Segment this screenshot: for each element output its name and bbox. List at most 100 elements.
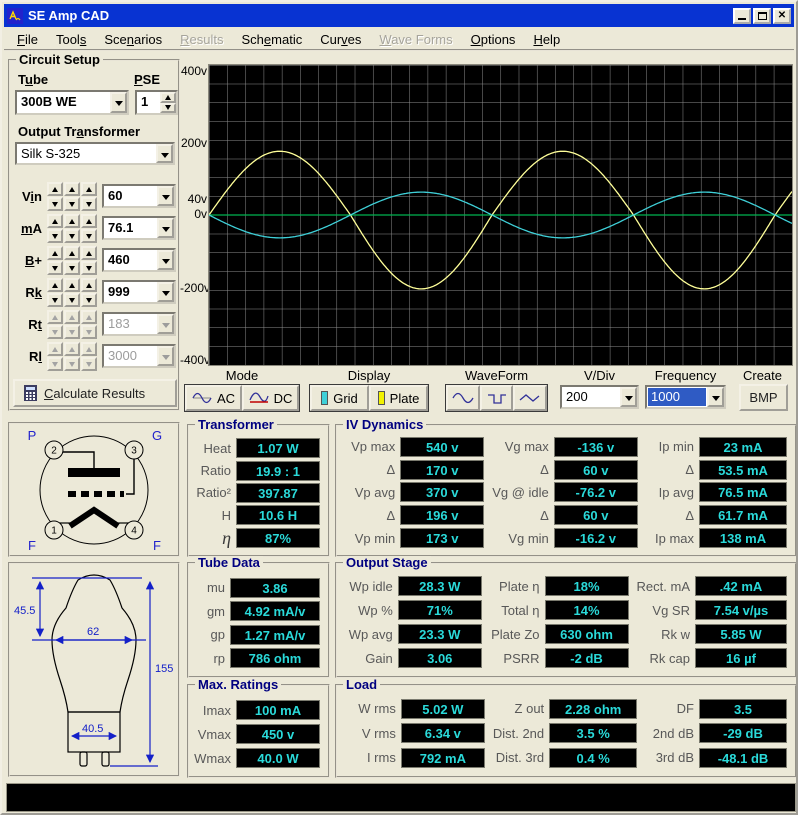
dropdown-button[interactable] bbox=[157, 282, 174, 302]
ip-avg-value: 76.5 mA bbox=[699, 482, 787, 502]
dropdown-button[interactable] bbox=[157, 186, 174, 206]
v-rms-value: 6.34 v bbox=[401, 723, 485, 743]
pse-up-button[interactable] bbox=[160, 92, 176, 103]
menu-results: Results bbox=[171, 29, 232, 50]
rk-row: Rk 999 bbox=[12, 278, 180, 307]
menu-scenarios[interactable]: Scenarios bbox=[95, 29, 171, 50]
vdiv-label: V/Div bbox=[560, 368, 639, 383]
frequency-dropdown-button[interactable] bbox=[707, 387, 724, 407]
dc-mode-button[interactable]: DC bbox=[242, 385, 299, 411]
bplus-spinners[interactable] bbox=[47, 246, 97, 275]
ma-select[interactable]: 76.1 bbox=[102, 216, 176, 240]
dist-3rd-value: 0.4 % bbox=[549, 748, 637, 768]
vp-avg-value: 370 v bbox=[400, 482, 484, 502]
result-row: Wmax40.0 W bbox=[195, 748, 320, 768]
db-2nd-value: -29 dB bbox=[699, 723, 787, 743]
circuit-setup-title: Circuit Setup bbox=[16, 53, 103, 66]
rk-spinners[interactable] bbox=[47, 278, 97, 307]
result-label: Plate η bbox=[490, 579, 540, 594]
plate-display-button[interactable]: Plate bbox=[369, 385, 428, 411]
result-label: V rms bbox=[343, 726, 396, 741]
triangle-wave-button[interactable] bbox=[513, 385, 547, 411]
tube-select[interactable]: 300B WE bbox=[15, 90, 129, 115]
result-label: Vp avg bbox=[343, 485, 395, 500]
chevron-down-icon bbox=[115, 101, 123, 110]
vdiv-select[interactable]: 200 bbox=[560, 385, 639, 409]
tube-pinout-diagram: 2 3 1 4 P G F F bbox=[10, 424, 178, 555]
result-row: Vp avg 370 v bbox=[343, 482, 484, 502]
bplus-select[interactable]: 460 bbox=[102, 248, 176, 272]
bplus-label: B+ bbox=[12, 253, 42, 268]
vdiv-dropdown-button[interactable] bbox=[620, 387, 637, 407]
rk-select[interactable]: 999 bbox=[102, 280, 176, 304]
tube-label: Tube bbox=[18, 72, 48, 87]
result-row: Vmax450 v bbox=[195, 724, 320, 744]
output-transformer-select[interactable]: Silk S-325 bbox=[15, 142, 175, 165]
efficiency-value: 87% bbox=[236, 528, 320, 548]
result-label: Total η bbox=[490, 603, 540, 618]
calculate-results-button[interactable]: Calculate Results bbox=[13, 379, 177, 407]
vg-max-value: -136 v bbox=[554, 437, 638, 457]
app-icon bbox=[7, 8, 23, 24]
menu-file[interactable]: File bbox=[8, 29, 47, 50]
result-label: Wmax bbox=[194, 751, 231, 766]
gm-value: 4.92 mA/v bbox=[230, 601, 320, 621]
close-button[interactable]: ✕ bbox=[773, 8, 791, 24]
minimize-icon bbox=[738, 18, 746, 20]
i-rms-value: 792 mA bbox=[401, 748, 485, 768]
ma-spinners[interactable] bbox=[47, 214, 97, 243]
z-out-value: 2.28 ohm bbox=[549, 699, 637, 719]
vg-sr-value: 7.54 v/µs bbox=[695, 600, 787, 620]
square-wave-button[interactable] bbox=[480, 385, 514, 411]
frequency-value: 1000 bbox=[648, 388, 706, 406]
vin-select[interactable]: 60 bbox=[102, 184, 176, 208]
pin-number: 3 bbox=[131, 446, 137, 457]
menu-schematic[interactable]: Schematic bbox=[233, 29, 312, 50]
grid-color-swatch bbox=[321, 391, 328, 405]
result-label: Dist. 2nd bbox=[493, 726, 544, 741]
menu-tools[interactable]: Tools bbox=[47, 29, 95, 50]
pse-down-button[interactable] bbox=[160, 103, 176, 114]
vin-spinners[interactable] bbox=[47, 182, 97, 211]
imax-value: 100 mA bbox=[236, 700, 320, 720]
result-label: Heat bbox=[195, 441, 231, 456]
wp-idle-value: 28.3 W bbox=[398, 576, 482, 596]
dropdown-button[interactable] bbox=[157, 218, 174, 238]
maximize-button[interactable] bbox=[753, 8, 771, 24]
dim-total-height: 155 bbox=[155, 663, 173, 675]
frequency-select[interactable]: 1000 bbox=[645, 385, 726, 409]
tube-dropdown-button[interactable] bbox=[110, 92, 127, 113]
dist-2nd-value: 3.5 % bbox=[549, 723, 637, 743]
circuit-setup-panel: Circuit Setup Tube PSE 300B WE 1 Output … bbox=[8, 59, 180, 411]
ratio-squared-value: 397.87 bbox=[236, 483, 320, 503]
result-row: Wp %71% bbox=[343, 600, 482, 620]
result-row: η87% bbox=[195, 528, 320, 549]
result-label: Δ bbox=[343, 462, 395, 477]
delta-vg-top-value: 60 v bbox=[554, 460, 638, 480]
result-row: Rk cap16 µf bbox=[637, 648, 787, 668]
sine-wave-button[interactable] bbox=[446, 385, 480, 411]
result-label: Δ bbox=[492, 508, 549, 523]
menu-help[interactable]: Help bbox=[524, 29, 569, 50]
y-tick-label: 200v bbox=[180, 136, 207, 150]
ac-mode-button[interactable]: AC bbox=[185, 385, 242, 411]
result-label: Vp min bbox=[343, 531, 395, 546]
transformer-dropdown-button[interactable] bbox=[156, 144, 173, 163]
menu-options[interactable]: Options bbox=[462, 29, 525, 50]
tube-data-panel: Tube Data mu3.86 gm4.92 mA/v gp1.27 mA/v… bbox=[187, 562, 330, 678]
menu-curves[interactable]: Curves bbox=[311, 29, 370, 50]
dropdown-button[interactable] bbox=[157, 250, 174, 270]
pse-spinner[interactable]: 1 bbox=[135, 90, 178, 115]
minimize-button[interactable] bbox=[733, 8, 751, 24]
result-row: Heat1.07 W bbox=[195, 438, 320, 458]
result-row: Ratio19.9 : 1 bbox=[195, 461, 320, 481]
grid-display-button[interactable]: Grid bbox=[310, 385, 369, 411]
rt-select: 183 bbox=[102, 312, 176, 336]
total-eta-value: 14% bbox=[545, 600, 629, 620]
chevron-down-icon bbox=[162, 355, 170, 364]
create-bmp-button[interactable]: BMP bbox=[739, 384, 788, 411]
title-bar[interactable]: SE Amp CAD ✕ bbox=[4, 4, 794, 27]
rl-row: Rl 3000 bbox=[12, 342, 180, 371]
result-row: 2nd dB-29 dB bbox=[645, 723, 787, 743]
triangle-wave-icon bbox=[519, 392, 541, 404]
